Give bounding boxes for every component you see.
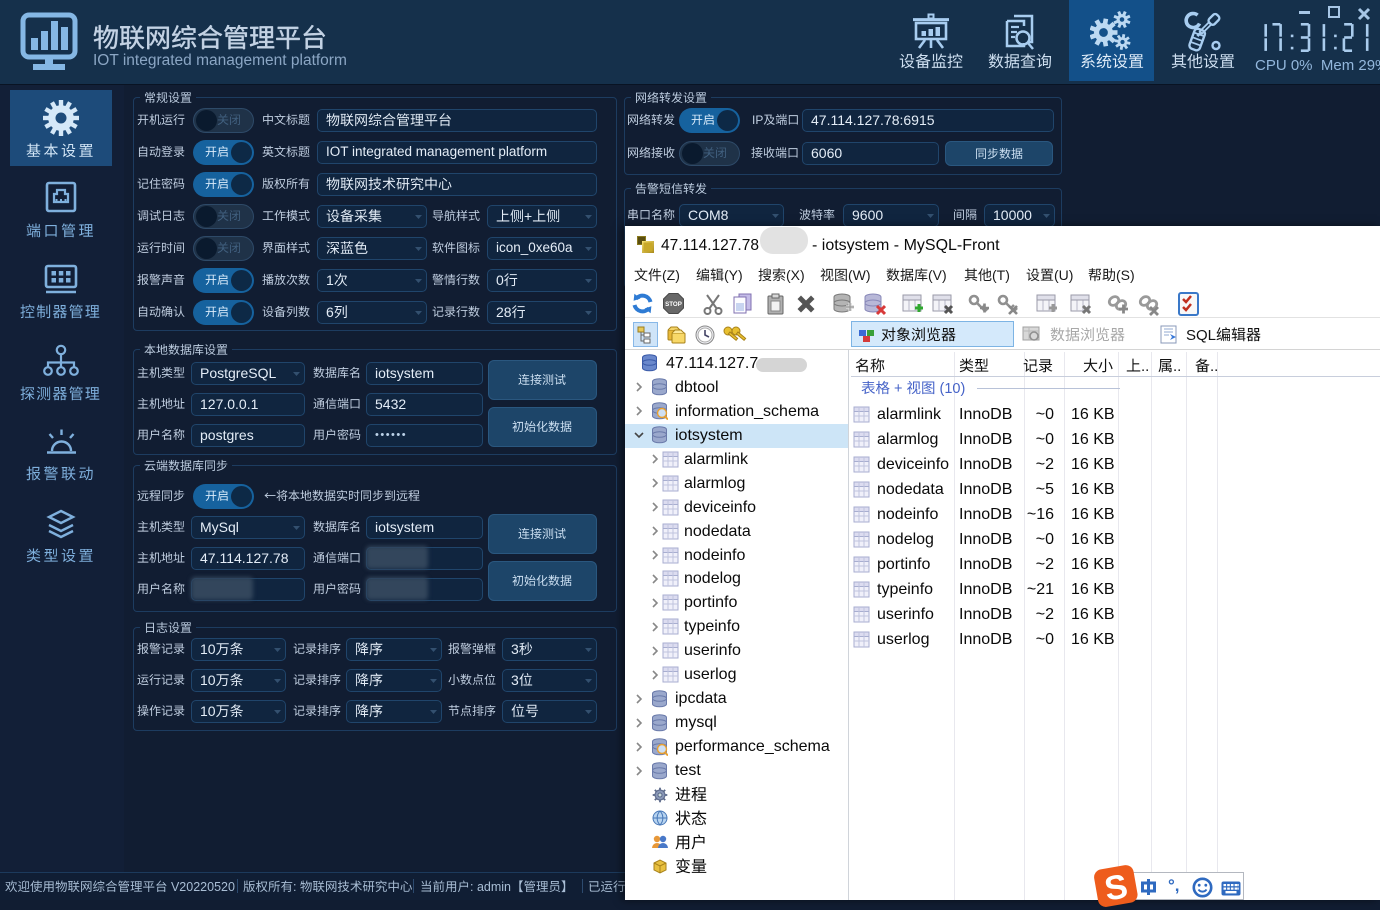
svg-text:0: 0 xyxy=(496,272,504,288)
svg-text:: admin: : admin xyxy=(470,880,511,894)
svg-text::: : xyxy=(293,880,300,894)
svg-text:10: 10 xyxy=(200,703,216,719)
svg-text:3: 3 xyxy=(511,641,519,657)
svg-text:(V): (V) xyxy=(928,267,947,283)
svg-text:IP: IP xyxy=(752,113,763,127)
svg-text:..: .. xyxy=(1141,358,1149,375)
svg-text:1: 1 xyxy=(326,272,334,288)
svg-text:(X): (X) xyxy=(786,267,805,283)
svg-text:V20220520: V20220520 xyxy=(168,880,235,894)
svg-text:+: + xyxy=(524,208,532,224)
svg-text:STOP: STOP xyxy=(665,301,682,308)
svg-text:SQL: SQL xyxy=(1186,327,1216,344)
svg-text:..: .. xyxy=(1210,358,1218,375)
svg-text:(10): (10) xyxy=(936,381,966,397)
svg-text:(Z): (Z) xyxy=(662,267,680,283)
svg-text:(T): (T) xyxy=(992,267,1010,283)
svg-text:+: + xyxy=(890,381,907,397)
svg-text:3: 3 xyxy=(511,672,519,688)
svg-text:28: 28 xyxy=(496,304,512,320)
svg-text:10: 10 xyxy=(200,641,216,657)
svg-text:(S): (S) xyxy=(1116,267,1135,283)
svg-text:..: .. xyxy=(1173,358,1181,375)
svg-text:10: 10 xyxy=(200,672,216,688)
svg-text:(Y): (Y) xyxy=(724,267,743,283)
svg-text:6: 6 xyxy=(326,304,334,320)
svg-text:(U): (U) xyxy=(1054,267,1073,283)
svg-text:(W): (W) xyxy=(848,267,871,283)
